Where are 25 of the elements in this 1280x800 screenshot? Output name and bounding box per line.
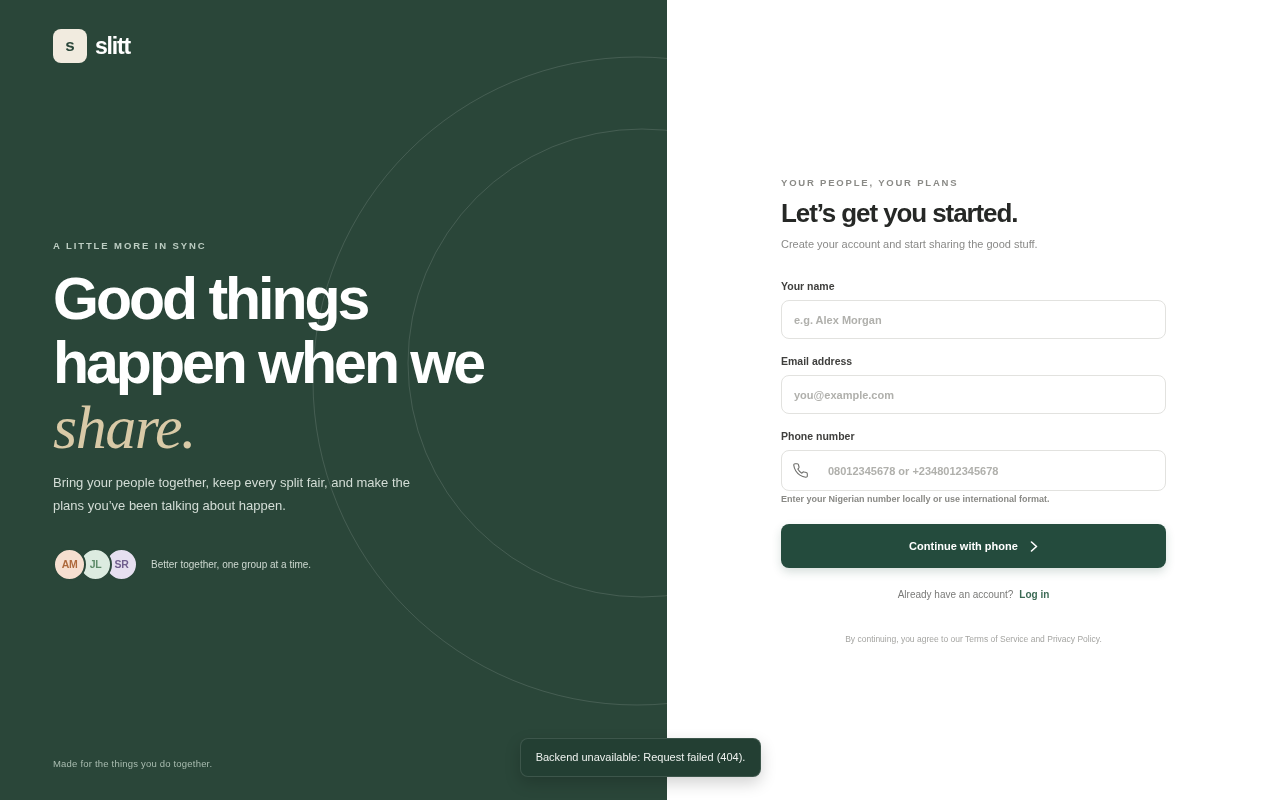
- avatars-caption: Better together, one group at a time.: [151, 558, 312, 572]
- phone-field[interactable]: 08012345678 or +2348012345678: [781, 450, 1166, 491]
- chevron-right-icon: [1029, 540, 1038, 552]
- legal-note: By continuing, you agree to our Terms of Service and Privacy Policy.: [845, 633, 1102, 645]
- login-link[interactable]: Log in: [1019, 588, 1050, 602]
- login-prompt: Already have an account?: [897, 588, 1014, 602]
- email-field[interactable]: you@example.com: [781, 375, 1166, 414]
- field-label: Your name: [781, 279, 835, 293]
- footer-note: Made for the things you do together.: [53, 758, 213, 770]
- eyebrow-text: YOUR PEOPLE, YOUR PLANS: [781, 177, 959, 189]
- hero-headline: Good things happen when we share.: [53, 267, 485, 460]
- error-toast: Backend unavailable: Request failed (404).: [520, 738, 761, 777]
- name-field[interactable]: e.g. Alex Morgan: [781, 300, 1166, 339]
- form-subtitle: Create your account and start sharing the good stuff.: [781, 237, 1038, 252]
- field-hint: Enter your Nigerian number locally or use international format.: [781, 493, 1050, 505]
- brand-name: slitt: [95, 32, 130, 61]
- hero-description: Bring your people together, keep every split fair, and make the plans you’ve been talking about happen.: [53, 474, 411, 515]
- avatar-circle: AM: [53, 548, 86, 581]
- form-title: Let’s get you started.: [781, 198, 1018, 229]
- continue-button[interactable]: Continue with phone: [781, 524, 1166, 568]
- eyebrow-text: A LITTLE MORE IN SYNC: [53, 240, 207, 252]
- phone-icon: [793, 463, 808, 478]
- logo-mark: s: [53, 29, 87, 63]
- field-label: Phone number: [781, 429, 855, 443]
- field-label: Email address: [781, 354, 853, 368]
